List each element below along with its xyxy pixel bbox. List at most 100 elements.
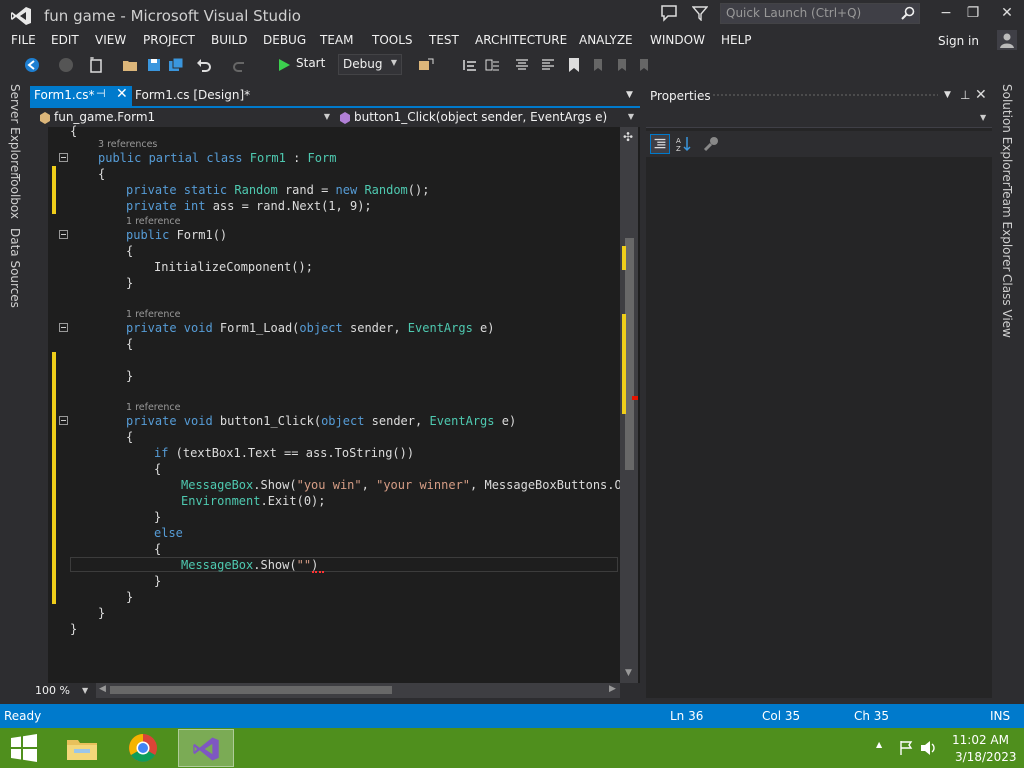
member-dropdown[interactable]: button1_Click(object sender, EventArgs e… <box>336 109 640 126</box>
codelens-references[interactable]: 1 reference <box>126 309 180 320</box>
step-icon[interactable] <box>484 57 500 73</box>
bookmark-icon[interactable] <box>566 57 582 73</box>
pin-icon[interactable]: ⊣ <box>96 87 106 100</box>
action-center-flag-icon[interactable] <box>898 740 914 756</box>
browse-icon[interactable] <box>418 57 434 73</box>
comment-icon[interactable] <box>514 57 530 73</box>
menu-team[interactable]: TEAM <box>320 33 353 47</box>
type-dropdown[interactable]: fun_game.Form1 ▼ <box>36 109 336 126</box>
collapse-toggle[interactable] <box>59 153 68 162</box>
property-pages-wrench-icon[interactable] <box>702 134 722 154</box>
code-line[interactable]: { <box>126 337 133 351</box>
tab-overflow-chevron-down-icon[interactable]: ▼ <box>626 90 633 100</box>
horizontal-scroll-thumb[interactable] <box>110 686 392 694</box>
forward-arrow-icon[interactable] <box>58 57 74 73</box>
close-window-button[interactable]: ✕ <box>995 4 1019 22</box>
tab-server-explorer[interactable]: Server Explorer <box>8 84 22 177</box>
collapse-toggle[interactable] <box>59 230 68 239</box>
windows-start-icon[interactable] <box>10 734 38 762</box>
taskbar-file-explorer[interactable] <box>54 729 110 767</box>
taskbar-clock-date[interactable]: 3/18/2023 <box>955 750 1017 764</box>
search-icon[interactable] <box>901 6 915 20</box>
code-line[interactable]: private static Random rand = new Random(… <box>126 183 429 197</box>
clear-bookmarks-icon[interactable] <box>636 57 652 73</box>
solution-configuration-select[interactable]: Debug ▼ <box>338 54 402 75</box>
code-line[interactable]: } <box>154 574 161 588</box>
close-icon[interactable]: ✕ <box>116 86 128 102</box>
menu-build[interactable]: BUILD <box>211 33 247 47</box>
quick-launch-input[interactable]: Quick Launch (Ctrl+Q) <box>720 3 920 24</box>
close-icon[interactable]: ✕ <box>975 87 987 103</box>
pin-icon[interactable]: ⊥ <box>960 88 970 102</box>
code-line[interactable]: { <box>154 462 161 476</box>
menu-file[interactable]: FILE <box>11 33 36 47</box>
collapse-toggle[interactable] <box>59 416 68 425</box>
vertical-scroll-thumb[interactable] <box>625 238 634 470</box>
code-line[interactable]: { <box>126 244 133 258</box>
code-line[interactable]: public partial class Form1 : Form <box>98 151 336 165</box>
codelens-references[interactable]: 1 reference <box>126 216 180 227</box>
menu-help[interactable]: HELP <box>721 33 752 47</box>
menu-window[interactable]: WINDOW <box>650 33 705 47</box>
code-line[interactable]: } <box>154 510 161 524</box>
undo-icon[interactable] <box>196 57 212 73</box>
restore-button[interactable]: ❐ <box>961 4 985 22</box>
code-line[interactable]: InitializeComponent(); <box>154 260 313 274</box>
tab-team-explorer[interactable]: Team Explorer <box>1000 186 1014 272</box>
save-all-icon[interactable] <box>168 57 184 73</box>
menu-debug[interactable]: DEBUG <box>263 33 306 47</box>
menu-view[interactable]: VIEW <box>95 33 126 47</box>
collapse-toggle[interactable] <box>59 323 68 332</box>
menu-project[interactable]: PROJECT <box>143 33 195 47</box>
chevron-down-icon[interactable]: ▼ <box>980 113 986 122</box>
panel-grip[interactable] <box>712 93 938 98</box>
code-line[interactable]: private int ass = rand.Next(1, 9); <box>126 199 372 213</box>
new-project-icon[interactable] <box>88 57 104 73</box>
menu-edit[interactable]: EDIT <box>51 33 79 47</box>
code-line-current[interactable]: MessageBox.Show("") <box>181 558 318 572</box>
tray-overflow-chevron-up-icon[interactable]: ▲ <box>876 740 882 749</box>
chevron-down-icon[interactable]: ▼ <box>82 686 88 695</box>
window-position-chevron-down-icon[interactable]: ▼ <box>944 90 951 100</box>
start-button[interactable]: Start <box>276 56 325 70</box>
filter-icon[interactable] <box>692 5 708 21</box>
scroll-right-arrow-icon[interactable]: ▶ <box>609 684 616 694</box>
minimize-button[interactable]: − <box>934 4 958 22</box>
split-window-icon[interactable]: ✣ <box>623 130 633 144</box>
code-line[interactable]: { <box>70 124 77 138</box>
code-line[interactable]: { <box>154 542 161 556</box>
code-line[interactable]: Environment.Exit(0); <box>181 494 326 508</box>
tab-toolbox[interactable]: Toolbox <box>8 174 22 219</box>
code-line[interactable]: else <box>154 526 183 540</box>
code-line[interactable]: if (textBox1.Text == ass.ToString()) <box>154 446 414 460</box>
categorized-icon[interactable] <box>650 134 670 154</box>
code-line[interactable]: MessageBox.Show("you win", "your winner"… <box>181 478 636 492</box>
scroll-down-arrow-icon[interactable]: ▼ <box>625 668 632 678</box>
codelens-references[interactable]: 3 references <box>98 139 157 150</box>
code-line[interactable]: } <box>126 369 133 383</box>
sign-in-link[interactable]: Sign in <box>938 34 979 48</box>
back-arrow-icon[interactable] <box>24 57 40 73</box>
account-icon[interactable] <box>997 30 1017 50</box>
tab-class-view[interactable]: Class View <box>1000 274 1014 338</box>
code-line[interactable]: public Form1() <box>126 228 227 242</box>
code-line[interactable]: private void Form1_Load(object sender, E… <box>126 321 495 335</box>
menu-tools[interactable]: TOOLS <box>372 33 413 47</box>
taskbar-clock-time[interactable]: 11:02 AM <box>952 733 1009 747</box>
scroll-left-arrow-icon[interactable]: ◀ <box>99 684 106 694</box>
taskbar-chrome[interactable] <box>116 729 172 767</box>
redo-icon[interactable] <box>232 57 248 73</box>
tab-solution-explorer[interactable]: Solution Explorer <box>1000 84 1014 187</box>
code-line[interactable]: { <box>126 430 133 444</box>
codelens-references[interactable]: 1 reference <box>126 402 180 413</box>
prev-bookmark-icon[interactable] <box>590 57 606 73</box>
open-folder-icon[interactable] <box>122 57 138 73</box>
menu-test[interactable]: TEST <box>429 33 459 47</box>
next-bookmark-icon[interactable] <box>614 57 630 73</box>
menu-architecture[interactable]: ARCHITECTURE <box>475 33 567 47</box>
tab-form1-design[interactable]: Form1.cs [Design]* <box>135 88 250 102</box>
taskbar-visual-studio[interactable] <box>178 729 234 767</box>
uncomment-icon[interactable] <box>540 57 556 73</box>
feedback-icon[interactable] <box>660 4 678 22</box>
code-line[interactable]: } <box>98 606 105 620</box>
